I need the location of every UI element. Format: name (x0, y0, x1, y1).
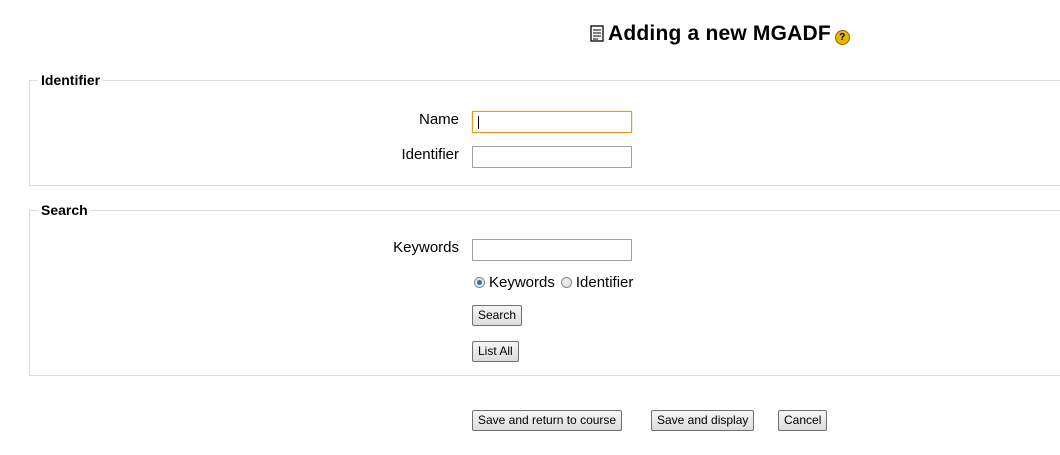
keywords-label: Keywords (393, 239, 459, 256)
identifier-fieldset: Identifier (29, 72, 1060, 186)
list-all-button[interactable]: List All (472, 341, 519, 362)
keywords-input[interactable] (472, 239, 632, 261)
page-title: Adding a new MGADF ? (590, 22, 850, 46)
help-icon[interactable]: ? (834, 29, 850, 45)
search-fieldset: Search (29, 202, 1060, 376)
identifier-radio-label[interactable]: Identifier (576, 274, 634, 291)
identifier-label: Identifier (401, 146, 459, 163)
name-input[interactable] (472, 111, 632, 133)
keywords-radio-label[interactable]: Keywords (489, 274, 555, 291)
identifier-radio[interactable] (560, 277, 572, 288)
identifier-input[interactable] (472, 146, 632, 168)
search-button[interactable]: Search (472, 305, 523, 326)
save-and-return-button[interactable]: Save and return to course (472, 410, 623, 431)
identifier-legend[interactable]: Identifier (38, 72, 104, 88)
page-title-text: Adding a new MGADF (608, 22, 831, 45)
cancel-button[interactable]: Cancel (778, 410, 828, 431)
keywords-radio[interactable] (474, 277, 485, 288)
document-icon (590, 25, 605, 43)
search-type-radio-group: Keywords Identifier (474, 274, 639, 291)
save-and-display-button[interactable]: Save and display (651, 410, 755, 431)
name-label: Name (418, 111, 459, 128)
search-legend[interactable]: Search (38, 202, 91, 218)
